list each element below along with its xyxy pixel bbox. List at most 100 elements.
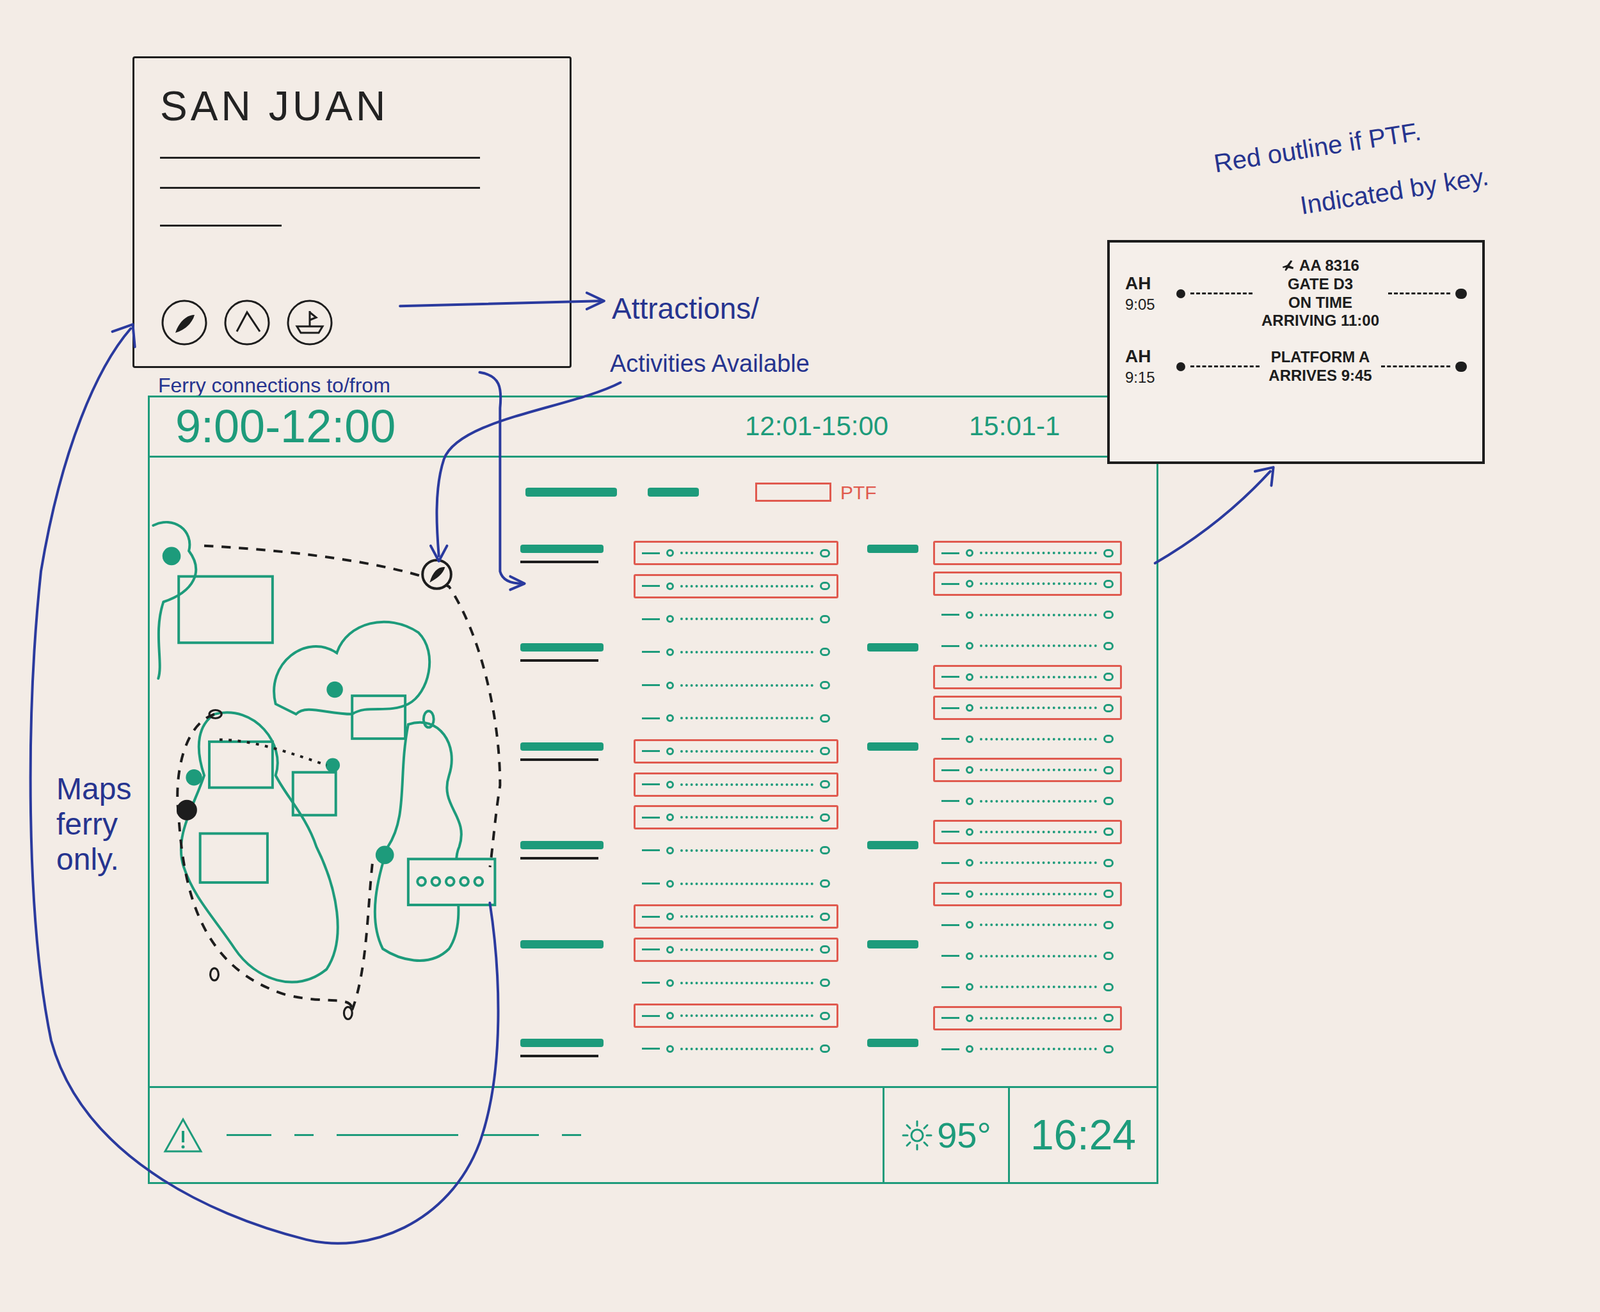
row-stop (1103, 889, 1114, 898)
boat-icon[interactable] (285, 298, 335, 347)
activities-note: Activities Available (609, 345, 810, 383)
row-stop (819, 549, 831, 558)
row-stop (1103, 766, 1114, 775)
departure-row[interactable] (633, 606, 839, 632)
departure-detail[interactable]: AH9:15PLATFORM AARRIVES 9:45 (1125, 346, 1467, 386)
row-route (979, 737, 1097, 741)
info-line: ARRIVES 9:45 (1268, 366, 1372, 386)
departure-row[interactable] (933, 850, 1122, 875)
departure-row[interactable] (633, 871, 839, 896)
attraction-leaf-icon (422, 560, 452, 589)
departure-row[interactable] (633, 640, 839, 665)
departure-row[interactable] (633, 838, 839, 863)
departure-row[interactable] (633, 673, 839, 698)
legend: PTF (520, 481, 1122, 503)
row-dash (941, 707, 960, 710)
departure-row[interactable] (633, 1036, 839, 1062)
activity-icons (160, 298, 544, 347)
row-dash (941, 552, 960, 555)
row-route (979, 1047, 1097, 1051)
row-stop (819, 780, 831, 789)
route-marker (520, 1038, 617, 1058)
row-route (979, 1016, 1097, 1020)
departure-row[interactable] (933, 912, 1122, 937)
row-route (680, 684, 814, 687)
route-underline (520, 1054, 599, 1058)
whiteboard: SAN JUAN Attractions/ Activities Availab… (0, 0, 1600, 1312)
route-underline (520, 659, 599, 662)
row-stop (666, 945, 674, 954)
departure-row[interactable] (933, 789, 1122, 814)
row-route (979, 892, 1097, 896)
ferry-routes (177, 545, 500, 1010)
departure-row[interactable] (933, 1006, 1122, 1031)
row-stop (1103, 641, 1114, 651)
route-marker (867, 840, 925, 860)
hiking-icon[interactable] (222, 298, 272, 347)
departure-row[interactable] (933, 819, 1122, 845)
departure-row[interactable] (633, 772, 839, 797)
departure-row[interactable] (933, 540, 1122, 566)
departure-row[interactable] (933, 1036, 1122, 1062)
info-line: PLATFORM A (1271, 348, 1371, 367)
departure-row[interactable] (633, 739, 839, 764)
time-slot[interactable]: 9:00-12:00 (175, 401, 745, 452)
row-stop (819, 846, 831, 855)
row-stop (965, 858, 974, 867)
time-slot[interactable]: 15:01-1 (968, 411, 1060, 441)
departure-row[interactable] (933, 757, 1122, 783)
leaf-icon[interactable] (160, 298, 209, 347)
row-route (680, 783, 814, 786)
row-route (680, 849, 814, 852)
row-dash (941, 892, 960, 895)
departure-row[interactable] (633, 937, 839, 962)
departure-row[interactable] (933, 664, 1122, 690)
time-slot[interactable]: 12:01-15:00 (744, 411, 969, 441)
route-bar (867, 940, 919, 949)
row-stop (819, 615, 831, 624)
departure-row[interactable] (633, 540, 839, 566)
departure-row[interactable] (633, 805, 839, 830)
row-stop (819, 1044, 831, 1053)
row-route (979, 923, 1097, 927)
departure-row[interactable] (633, 574, 839, 599)
departure-row[interactable] (633, 705, 839, 731)
row-stop (1103, 983, 1114, 992)
departure-row[interactable] (633, 904, 839, 929)
departure-origin: AH9:05 (1125, 273, 1172, 313)
route-bar (520, 840, 604, 850)
row-dash (641, 783, 660, 786)
row-stop (1103, 1013, 1114, 1023)
row-stop (666, 549, 674, 557)
departure-row[interactable] (933, 633, 1122, 658)
row-stop (666, 1045, 674, 1053)
row-dash (941, 924, 960, 927)
departure-row[interactable] (633, 970, 839, 996)
departure-row[interactable] (933, 602, 1122, 628)
departure-row[interactable] (933, 881, 1122, 907)
route-bar (867, 643, 919, 652)
row-stop (819, 1011, 831, 1021)
schedule-columns (520, 540, 1122, 1062)
departure-row[interactable] (933, 974, 1122, 1000)
departure-row[interactable] (933, 571, 1122, 596)
departure-row[interactable] (933, 695, 1122, 720)
ptf-label: PTF (840, 481, 877, 504)
ticker-dash (226, 1134, 272, 1136)
row-route (979, 861, 1097, 864)
route-markers (867, 540, 925, 1062)
departure-row[interactable] (633, 1003, 839, 1028)
route-bar (867, 840, 919, 850)
route-bar (867, 742, 919, 751)
departure-time: 9:15 (1125, 369, 1172, 386)
temperature: 95° (936, 1115, 992, 1156)
route-marker (867, 940, 925, 959)
departure-row[interactable] (933, 944, 1122, 969)
weather-cell: 95° (882, 1088, 1008, 1183)
destination-dot (1455, 361, 1467, 372)
departure-detail[interactable]: AH9:05AA 8316GATE D3ON TIMEARRIVING 11:0… (1125, 256, 1467, 331)
departure-row[interactable] (933, 727, 1122, 752)
info-text: ON TIME (1288, 293, 1353, 313)
